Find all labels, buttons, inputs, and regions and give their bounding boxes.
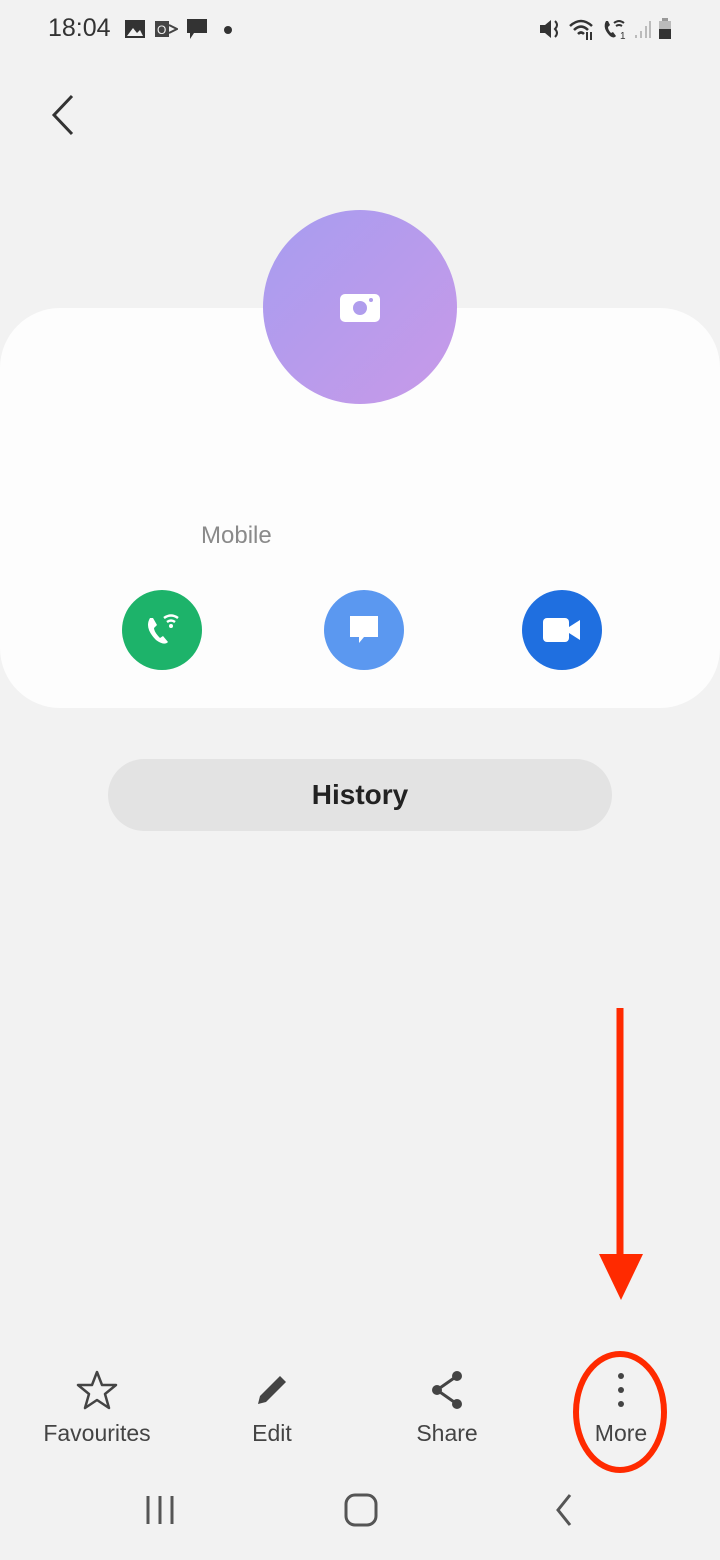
- edit-label: Edit: [252, 1420, 292, 1446]
- wifi-call-icon: 1: [604, 20, 626, 40]
- history-button[interactable]: History: [108, 759, 612, 831]
- camera-icon: [340, 294, 380, 322]
- share-icon: [432, 1371, 462, 1409]
- phone-type-label: Mobile: [201, 522, 272, 549]
- wifi-icon: [569, 19, 593, 40]
- wifi-call-icon: [148, 614, 179, 644]
- system-status-icons: 1: [538, 18, 672, 40]
- gallery-icon: [125, 20, 145, 38]
- message-icon: [187, 19, 207, 39]
- svg-text:1: 1: [620, 31, 626, 40]
- star-icon: [76, 1370, 118, 1410]
- edit-button[interactable]: Edit: [192, 1368, 352, 1447]
- video-icon: [543, 618, 580, 642]
- message-button[interactable]: [324, 590, 404, 670]
- avatar[interactable]: [263, 210, 457, 404]
- back-icon[interactable]: [550, 1490, 580, 1530]
- more-label: More: [594, 1420, 648, 1446]
- message-icon: [350, 616, 378, 643]
- dot-icon: [224, 26, 232, 34]
- vibrate-icon: [540, 20, 558, 38]
- outlook-icon: O: [155, 21, 178, 37]
- battery-icon: [659, 18, 671, 39]
- home-icon[interactable]: [342, 1490, 382, 1530]
- share-button[interactable]: Share: [367, 1368, 527, 1447]
- wifi-call-button[interactable]: [122, 590, 202, 670]
- annotation-arrow: [599, 1008, 643, 1300]
- favourites-button[interactable]: Favourites: [17, 1368, 177, 1447]
- more-button[interactable]: More: [541, 1368, 701, 1447]
- recents-icon[interactable]: [144, 1490, 176, 1530]
- signal-icon: [635, 21, 651, 38]
- video-call-button[interactable]: [522, 590, 602, 670]
- share-label: Share: [416, 1420, 478, 1446]
- status-time: 18:04: [48, 14, 111, 42]
- back-button[interactable]: [48, 94, 78, 136]
- favourites-label: Favourites: [43, 1420, 151, 1446]
- more-vertical-icon: [618, 1373, 624, 1407]
- svg-text:O: O: [157, 23, 166, 37]
- notification-icons: O: [124, 18, 236, 40]
- pencil-icon: [258, 1376, 286, 1404]
